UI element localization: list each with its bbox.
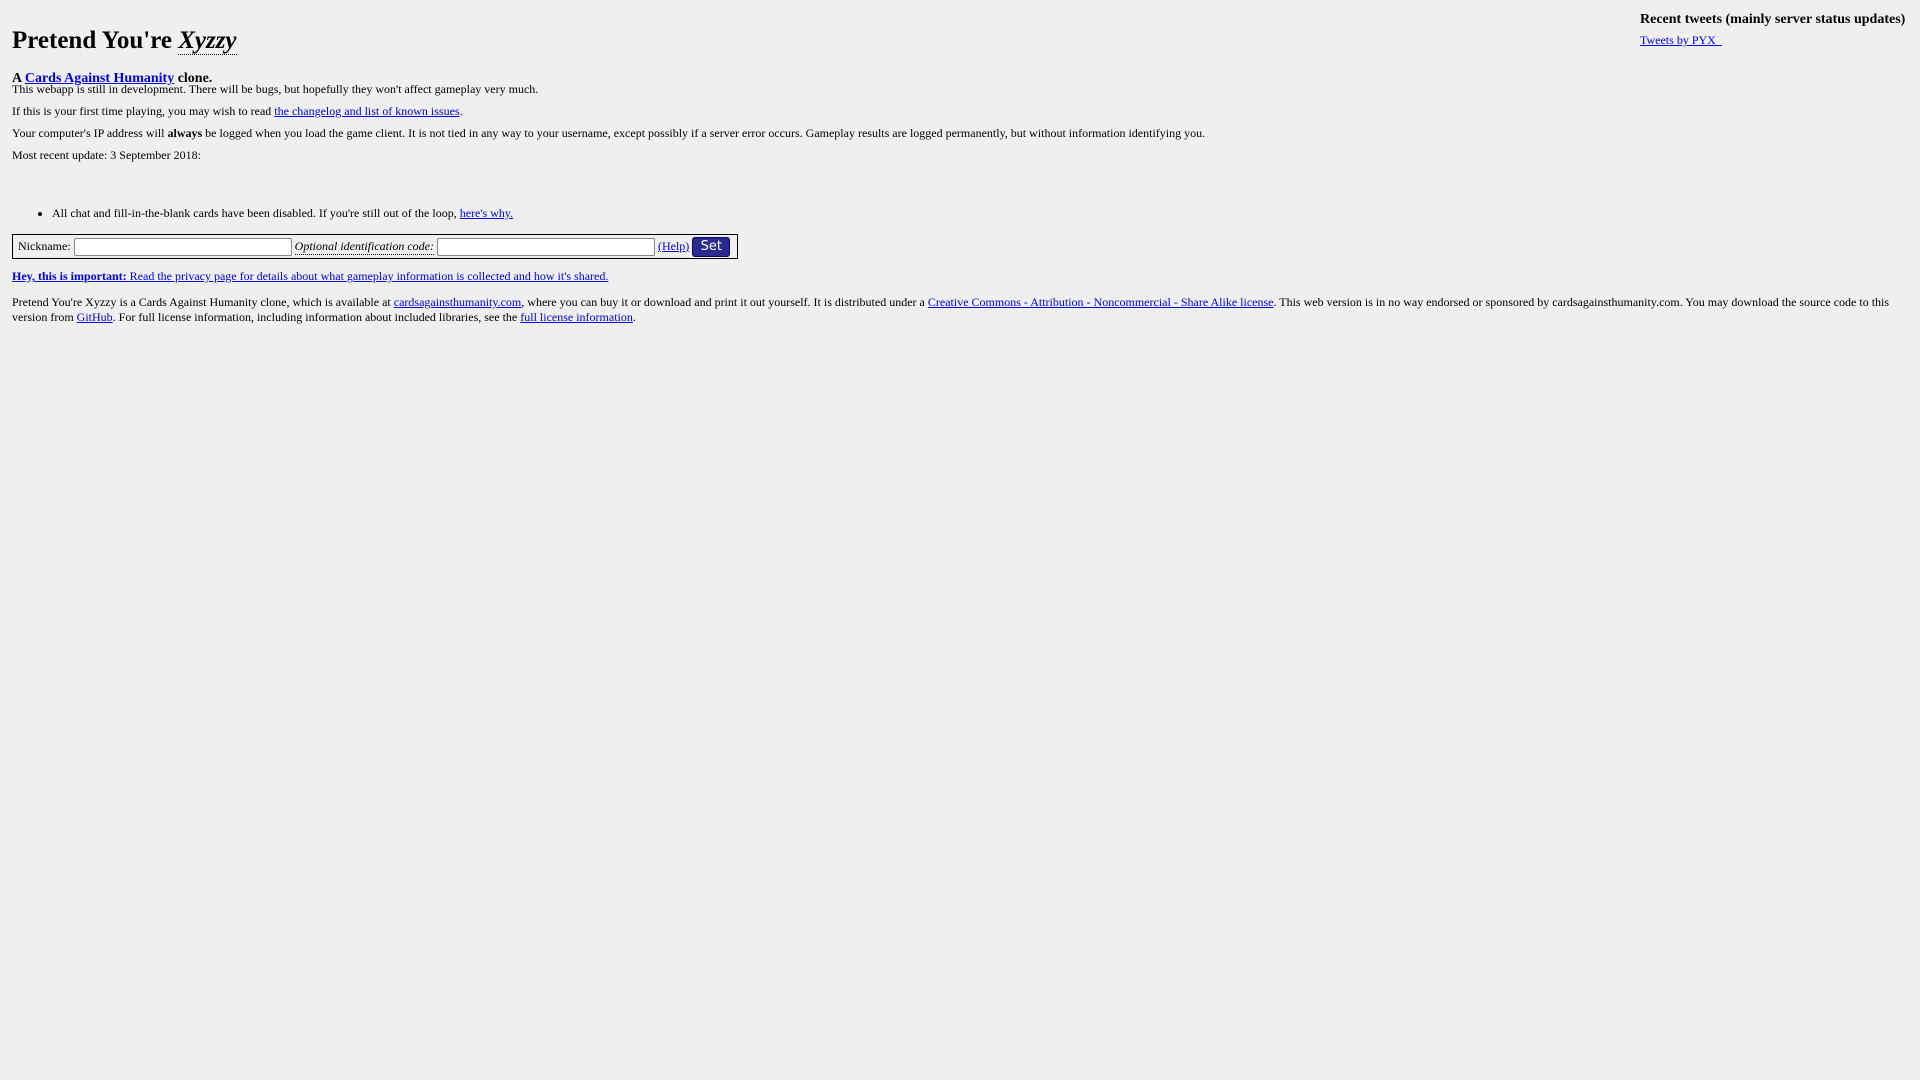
tweets-panel: Recent tweets (mainly server status upda…	[1640, 12, 1910, 49]
ip-notice: Your computer's IP address will always b…	[12, 126, 1205, 141]
dev-notice: This webapp is still in development. The…	[12, 82, 539, 96]
changelog-link[interactable]: the changelog and list of known issues	[274, 104, 459, 118]
ip-suffix: be logged when you load the game client.…	[202, 126, 1206, 140]
github-link[interactable]: GitHub	[77, 310, 113, 324]
page-title: Pretend You're Xyzzy	[12, 26, 1632, 56]
update-text: All chat and fill-in-the-blank cards hav…	[52, 206, 460, 220]
first-time-suffix: .	[459, 104, 463, 118]
update-list: All chat and fill-in-the-blank cards hav…	[12, 206, 513, 221]
id-code-label: Optional identification code:	[294, 238, 434, 255]
privacy-notice: Hey, this is important: Read the privacy…	[12, 269, 608, 284]
tweets-link[interactable]: Tweets by PYX_	[1640, 33, 1722, 48]
list-item: All chat and fill-in-the-blank cards hav…	[52, 206, 513, 221]
license-text-5: .	[632, 310, 636, 324]
full-license-link[interactable]: full license information	[520, 310, 633, 324]
privacy-link[interactable]: Hey, this is important: Read the privacy…	[12, 269, 608, 283]
license-notice: Pretend You're Xyzzy is a Cards Against …	[12, 295, 1912, 325]
update-label: Most recent update: 3 September 2018:	[12, 148, 201, 162]
ip-prefix: Your computer's IP address will	[12, 126, 168, 140]
main-content: Pretend You're Xyzzy A Cards Against Hum…	[12, 0, 1889, 324]
help-link[interactable]: (Help)	[658, 239, 689, 254]
first-time-notice: If this is your first time playing, you …	[12, 104, 463, 119]
heres-why-link[interactable]: here's why.	[460, 206, 513, 220]
ip-always: always	[167, 126, 203, 140]
cc-license-link[interactable]: Creative Commons - Attribution - Noncomm…	[928, 295, 1274, 309]
first-time-prefix: If this is your first time playing, you …	[12, 104, 275, 118]
nickname-form: Nickname: Optional identification code: …	[12, 234, 738, 259]
privacy-text: Read the privacy page for details about …	[126, 269, 609, 283]
set-button[interactable]: Set	[692, 236, 731, 257]
nickname-label: Nickname:	[18, 239, 71, 253]
id-code-input[interactable]	[436, 237, 655, 256]
license-text-4: . For full license information, includin…	[112, 310, 521, 324]
page-title-prefix: Pretend You're	[12, 27, 179, 54]
cah-site-link[interactable]: cardsagainsthumanity.com	[394, 295, 522, 309]
license-text-1: Pretend You're Xyzzy is a Cards Against …	[12, 295, 394, 309]
privacy-bold: Hey, this is important:	[12, 269, 127, 283]
nickname-input[interactable]	[73, 237, 292, 256]
tweets-heading: Recent tweets (mainly server status upda…	[1640, 12, 1906, 27]
page-title-xyzzy: Xyzzy	[178, 27, 237, 55]
license-text-2: , where you can buy it or download and p…	[521, 295, 928, 309]
